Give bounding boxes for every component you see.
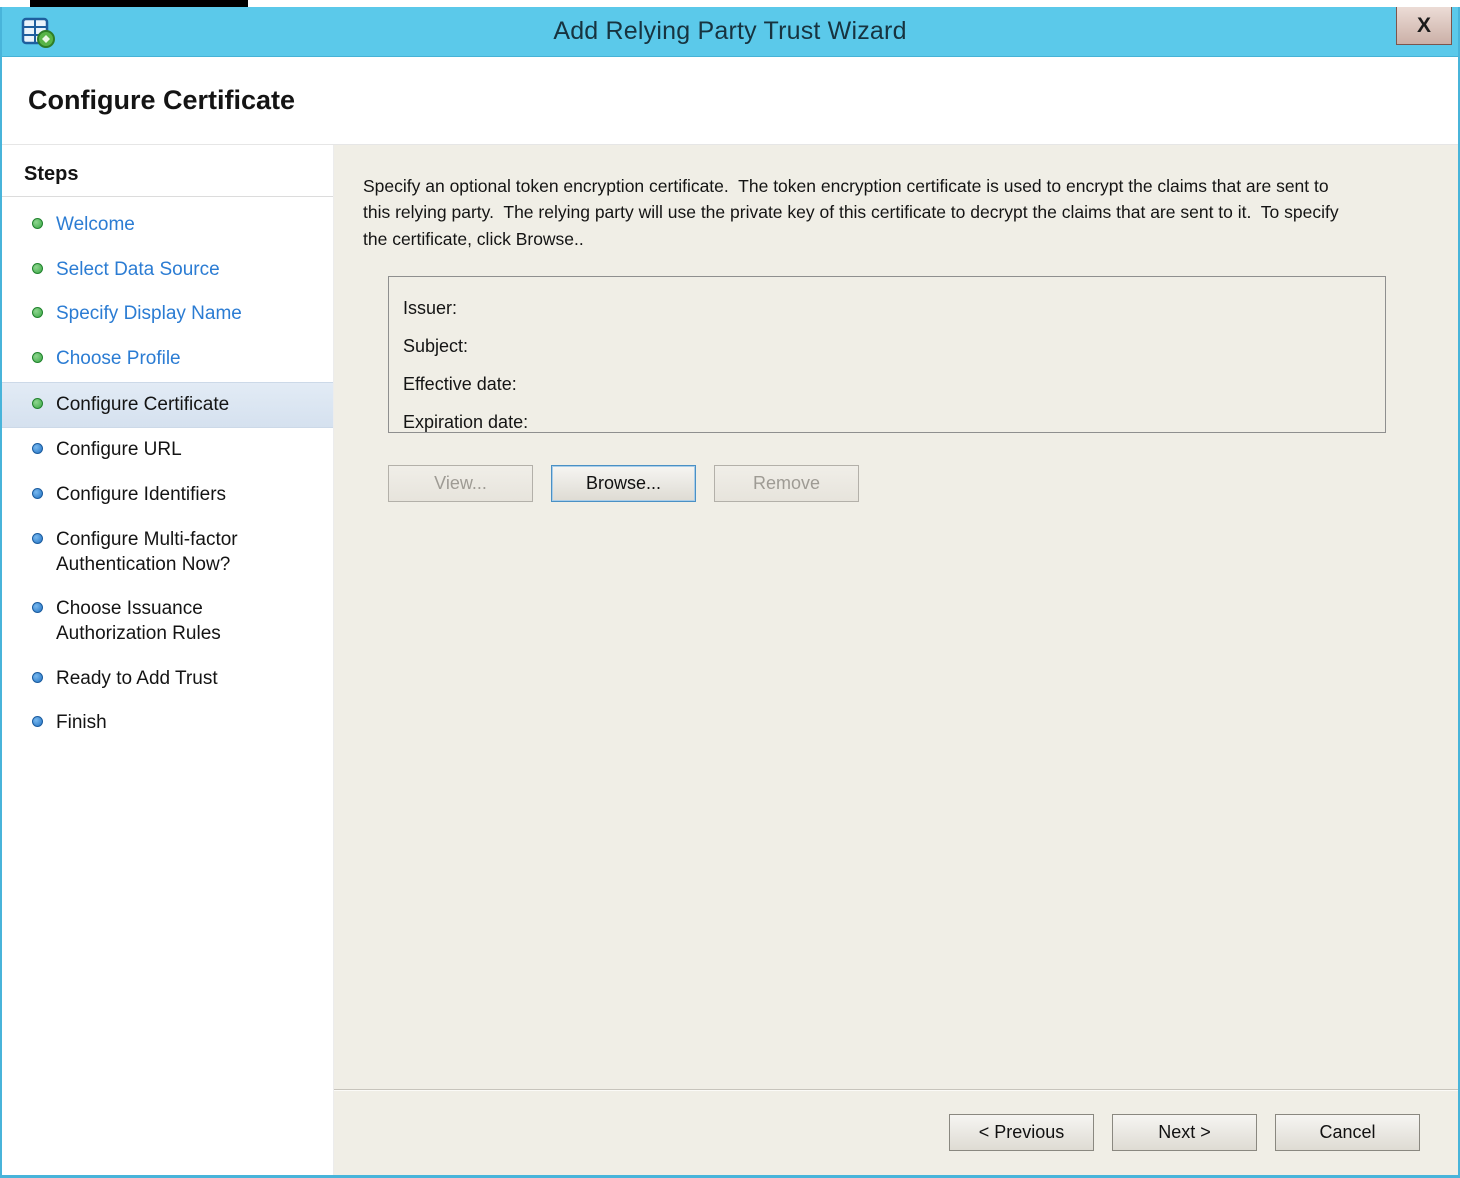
step-label: Ready to Add Trust [56,667,218,689]
next-button[interactable]: Next > [1112,1114,1257,1151]
step-label: Configure Identifiers [56,484,227,506]
steps-list: Welcome Select Data Source Specify Displ… [2,203,333,746]
cancel-button[interactable]: Cancel [1275,1114,1420,1151]
background-artifact [30,0,248,7]
cert-field-label: Subject: [403,335,469,356]
step-label: Choose Profile [56,348,181,370]
sidebar-item-choose-profile[interactable]: Choose Profile [2,337,333,382]
remove-button: Remove [714,464,859,502]
step-bullet-icon [32,532,43,544]
sidebar-item-select-data-source[interactable]: Select Data Source [2,248,333,293]
sidebar-item-ready-to-add-trust: Ready to Add Trust [2,657,333,702]
step-bullet-icon [32,443,43,455]
cert-field-label: Effective date: [403,373,517,394]
sidebar-item-finish: Finish [2,701,333,746]
sidebar-item-configure-url: Configure URL [2,428,333,473]
certificate-panel: Issuer: Subject: Effective date: Expirat… [388,275,1386,433]
step-bullet-icon [32,307,43,319]
main-content: Specify an optional token encryption cer… [334,145,1458,1089]
wizard-window: Add Relying Party Trust Wizard X Configu… [0,7,1460,1178]
sidebar-item-specify-display-name[interactable]: Specify Display Name [2,292,333,337]
sidebar-item-configure-certificate: Configure Certificate [2,381,333,429]
step-label: Configure URL [56,439,182,461]
step-label: Specify Display Name [56,303,242,325]
sidebar-item-configure-identifiers: Configure Identifiers [2,473,333,518]
step-bullet-icon [32,671,43,683]
previous-button[interactable]: < Previous [949,1114,1094,1151]
step-bullet-icon [32,397,43,409]
description-text: Specify an optional token encryption cer… [363,176,1344,249]
titlebar: Add Relying Party Trust Wizard X [2,7,1458,57]
window-title: Add Relying Party Trust Wizard [553,17,907,45]
view-button: View... [388,464,533,502]
step-bullet-icon [32,262,43,274]
cert-field-effective-date: Effective date: [403,365,1385,403]
footer: < Previous Next > Cancel [334,1089,1458,1175]
cert-field-issuer: Issuer: [403,289,1385,327]
cert-field-label: Expiration date: [403,411,529,432]
step-bullet-icon [32,352,43,364]
cert-field-label: Issuer: [403,297,458,318]
close-button[interactable]: X [1396,7,1452,45]
cert-field-expiration-date: Expiration date: [403,403,1385,441]
step-label: Configure Multi-factor Authentication No… [56,528,238,575]
page-title: Configure Certificate [28,85,296,115]
browse-button[interactable]: Browse... [551,464,696,502]
step-label: Welcome [56,214,135,235]
sidebar-item-choose-issuance-rules: Choose Issuance Authorization Rules [2,587,333,656]
sidebar: Steps Welcome Select Data Source Specify… [2,145,334,1175]
steps-heading: Steps [2,157,333,197]
step-label: Configure Certificate [56,393,230,415]
page-header: Configure Certificate [2,57,1458,145]
step-label: Choose Issuance Authorization Rules [56,598,221,644]
step-bullet-icon [32,218,43,229]
sidebar-item-configure-mfa: Configure Multi-factor Authentication No… [2,518,333,587]
wizard-icon [21,17,55,48]
cert-field-subject: Subject: [403,327,1385,365]
step-label: Select Data Source [56,258,220,280]
step-bullet-icon [32,716,43,728]
step-label: Finish [56,712,107,734]
step-bullet-icon [32,602,43,614]
sidebar-item-welcome[interactable]: Welcome [2,203,333,248]
step-bullet-icon [32,488,43,500]
